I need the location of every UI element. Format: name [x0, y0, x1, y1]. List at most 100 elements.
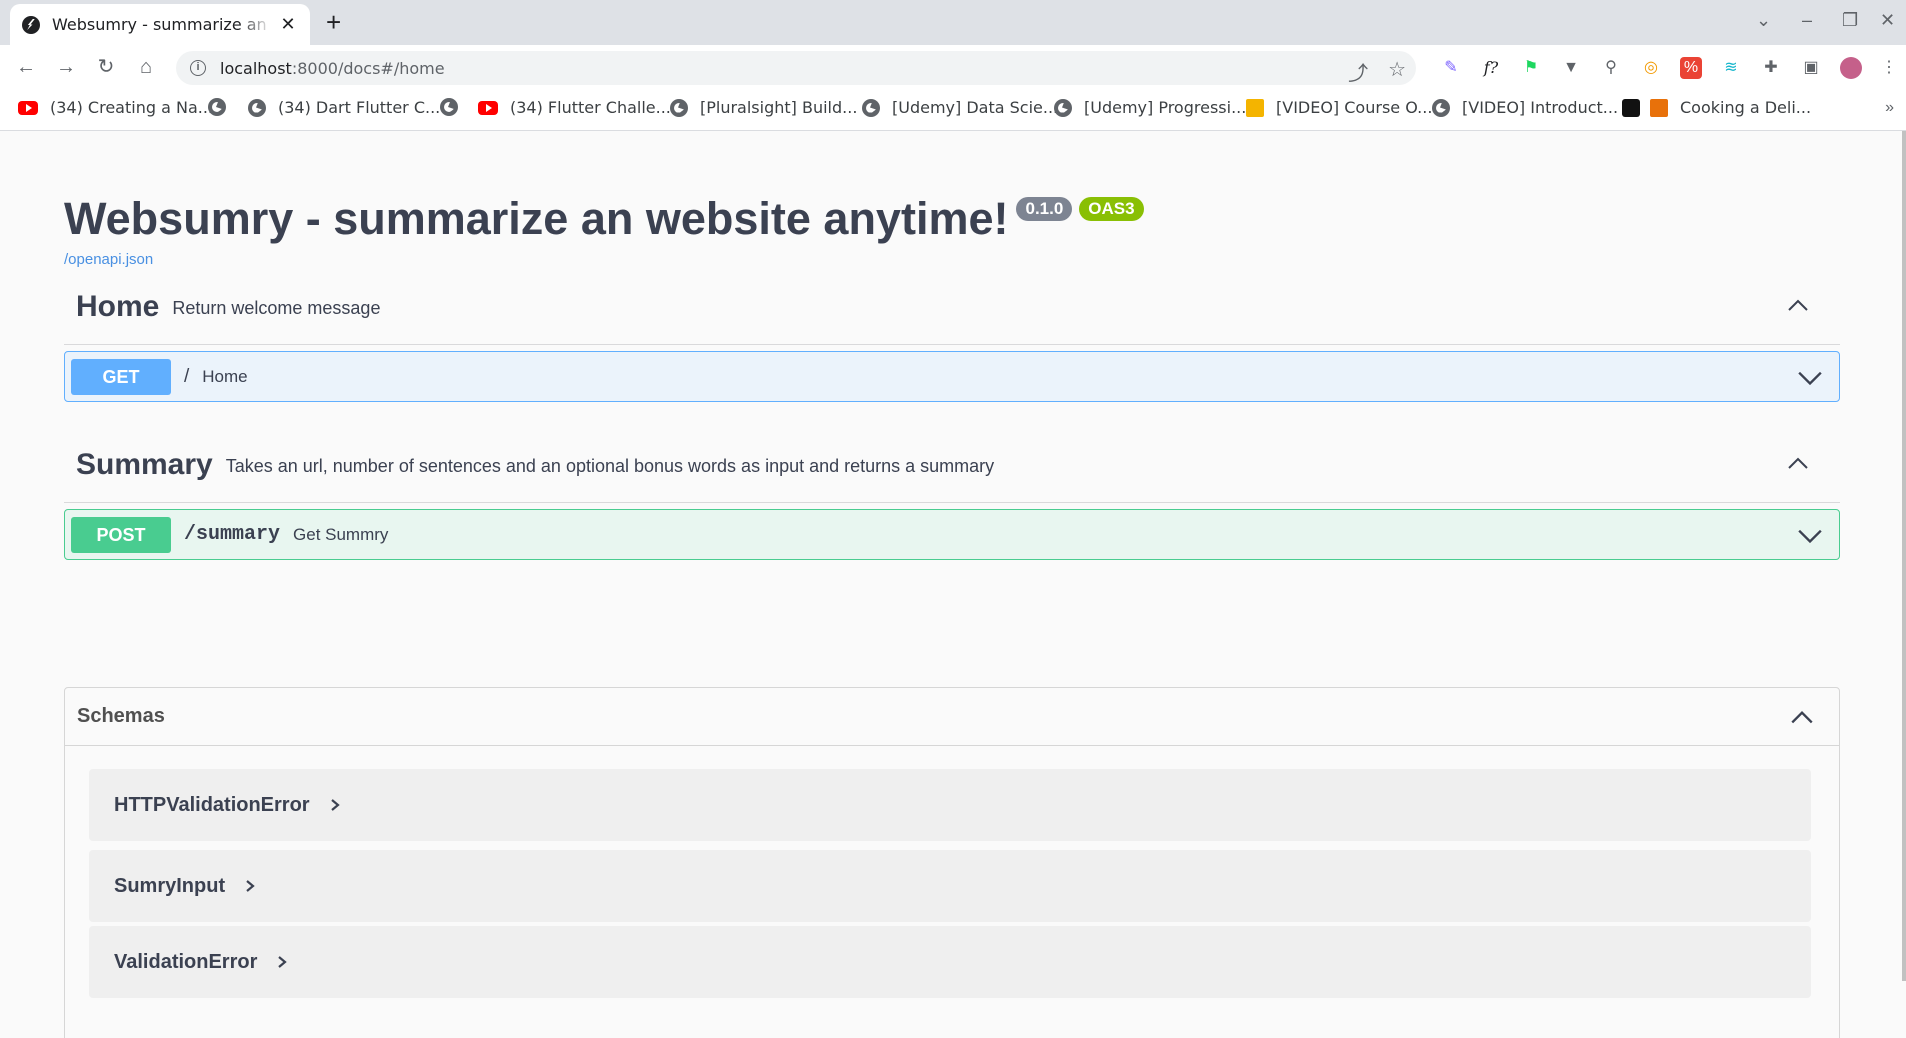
vue-extension-icon[interactable]: ▼	[1560, 57, 1582, 79]
schema-model-validationerror[interactable]: ValidationError	[89, 926, 1811, 998]
browser-tab[interactable]: Websumry - summarize an website anytime!…	[10, 4, 310, 45]
operation-summary: Home	[202, 366, 248, 386]
method-badge: GET	[71, 358, 171, 395]
chevron-up-icon[interactable]	[1789, 704, 1815, 730]
bookmark-label: (34) Creating a Na...	[50, 98, 213, 117]
bookmark-label: (34) Flutter Challe...	[510, 98, 671, 117]
timer-extension-icon[interactable]: ◎	[1640, 57, 1662, 79]
oas-badge: OAS3	[1079, 197, 1144, 221]
back-icon[interactable]: ←	[14, 55, 38, 79]
url-host: localhost	[220, 58, 292, 78]
api-title: Websumry - summarize an website anytime!…	[64, 193, 1144, 245]
bookmark-label: [Udemy] Progressi...	[1084, 98, 1247, 117]
bookmark-item[interactable]: [Pluralsight] Build...	[670, 98, 857, 117]
bookmark-item[interactable]	[440, 98, 470, 116]
tag-section-home: Home Return welcome message GET / Home	[64, 269, 1840, 402]
chevron-right-icon[interactable]	[243, 879, 257, 893]
site-info-icon[interactable]: i	[190, 60, 206, 76]
tab-title: Websumry - summarize an website anytime!	[52, 15, 272, 34]
tag-header-home[interactable]: Home Return welcome message	[64, 269, 1840, 345]
tab-search-icon[interactable]: ⌄	[1756, 10, 1771, 31]
youtube-icon	[18, 100, 38, 115]
bookmark-label: [Pluralsight] Build...	[700, 98, 858, 117]
chevron-down-icon[interactable]	[1797, 364, 1823, 390]
chevron-up-icon[interactable]	[1786, 451, 1810, 475]
bookmark-label: [VIDEO] Introduct...	[1462, 98, 1619, 117]
formula-extension-icon[interactable]: f?	[1480, 57, 1502, 79]
model-name: HTTPValidationError	[114, 793, 310, 816]
percent-extension-icon[interactable]: %	[1680, 57, 1702, 79]
menu-kebab-icon[interactable]: ⋮	[1878, 57, 1900, 79]
tag-header-summary[interactable]: Summary Takes an url, number of sentence…	[64, 427, 1840, 503]
bookmark-item[interactable]: [VIDEO] Course O...	[1246, 98, 1432, 117]
bookmark-item[interactable]: (34) Dart Flutter C...	[248, 98, 440, 117]
browser-toolbar: ← → ↻ ⌂ i localhost:8000/docs#/home ⤴ ☆ …	[0, 45, 1906, 89]
schemas-section: Schemas HTTPValidationError SumryInput V…	[64, 687, 1840, 1038]
api-title-text: Websumry - summarize an website anytime!	[64, 193, 1009, 244]
bookmark-item[interactable]: Cooking a Deli...	[1622, 98, 1811, 117]
globe-icon	[440, 98, 458, 116]
globe-icon	[1054, 98, 1072, 117]
tag-name: Summary	[76, 447, 213, 481]
address-bar[interactable]: i localhost:8000/docs#/home ⤴ ☆	[176, 51, 1416, 85]
bookmark-item[interactable]: [Udemy] Progressi...	[1054, 98, 1246, 117]
translate-extension-icon[interactable]: ≋	[1720, 57, 1742, 79]
youtube-icon	[478, 100, 498, 115]
forward-icon[interactable]: →	[54, 55, 78, 79]
new-tab-button[interactable]: +	[326, 9, 341, 35]
minimize-icon[interactable]: –	[1802, 10, 1812, 31]
page-scrollbar[interactable]	[1902, 131, 1906, 981]
pen-extension-icon[interactable]: ✎	[1440, 57, 1462, 79]
bookmark-label: Cooking a Deli...	[1680, 98, 1812, 117]
close-window-icon[interactable]: ✕	[1880, 10, 1895, 31]
bookmark-star-icon[interactable]: ☆	[1388, 57, 1406, 86]
tab-close-icon[interactable]: ✕	[278, 14, 298, 35]
operation-path: /	[184, 365, 190, 387]
globe-icon	[670, 98, 688, 117]
reload-icon[interactable]: ↻	[94, 55, 118, 79]
globe-icon	[248, 98, 266, 117]
model-name: ValidationError	[114, 950, 258, 973]
flag-extension-icon[interactable]: ⚑	[1520, 57, 1542, 79]
bookmark-item[interactable]: (34) Flutter Challe...	[478, 98, 671, 117]
chevron-up-icon[interactable]	[1786, 293, 1810, 317]
medium-icon	[1622, 98, 1640, 117]
chevron-down-icon[interactable]	[1797, 522, 1823, 548]
globe-icon	[1432, 98, 1450, 117]
globe-icon	[862, 98, 880, 117]
schemas-title: Schemas	[77, 705, 165, 727]
bookmark-item[interactable]: [Udemy] Data Scie...	[862, 98, 1058, 117]
operation-summary: Get Summry	[293, 524, 389, 544]
openapi-json-link[interactable]: /openapi.json	[64, 251, 1144, 268]
side-panel-icon[interactable]: ▣	[1800, 57, 1822, 79]
tag-name: Home	[76, 289, 160, 323]
home-icon[interactable]: ⌂	[134, 55, 158, 79]
restore-icon[interactable]: ❐	[1842, 10, 1858, 31]
chevron-right-icon[interactable]	[328, 798, 342, 812]
schema-model-httpvalidationerror[interactable]: HTTPValidationError	[89, 769, 1811, 841]
fastapi-favicon-icon	[22, 15, 40, 34]
globe-icon	[208, 98, 226, 116]
chevron-right-icon[interactable]	[275, 955, 289, 969]
method-badge: POST	[71, 516, 171, 553]
cup-icon	[1650, 98, 1668, 117]
profile-avatar[interactable]	[1840, 57, 1862, 79]
extensions-puzzle-icon[interactable]: ✚	[1760, 57, 1782, 79]
operation-post-summary[interactable]: POST /summary Get Summry	[64, 509, 1840, 560]
schemas-header[interactable]: Schemas	[65, 688, 1839, 746]
bookmark-label: [Udemy] Data Scie...	[892, 98, 1059, 117]
share-icon[interactable]: ⤴	[1348, 57, 1368, 86]
pin-icon	[1246, 98, 1264, 117]
bookmark-item[interactable]: (34) Creating a Na...	[18, 98, 213, 117]
lens-extension-icon[interactable]: ⚲	[1600, 57, 1622, 79]
bookmarks-overflow-icon[interactable]: »	[1885, 99, 1894, 117]
bookmark-item[interactable]: [VIDEO] Introduct...	[1432, 98, 1618, 117]
schema-model-sumryinput[interactable]: SumryInput	[89, 850, 1811, 922]
url-text[interactable]: localhost:8000/docs#/home	[220, 59, 445, 78]
version-badge: 0.1.0	[1016, 197, 1073, 221]
operation-get-home[interactable]: GET / Home	[64, 351, 1840, 402]
operation-path: /summary	[184, 523, 281, 546]
bookmarks-bar: (34) Creating a Na... (34) Dart Flutter …	[0, 89, 1906, 131]
bookmark-item[interactable]	[208, 98, 238, 116]
model-name: SumryInput	[114, 874, 226, 897]
